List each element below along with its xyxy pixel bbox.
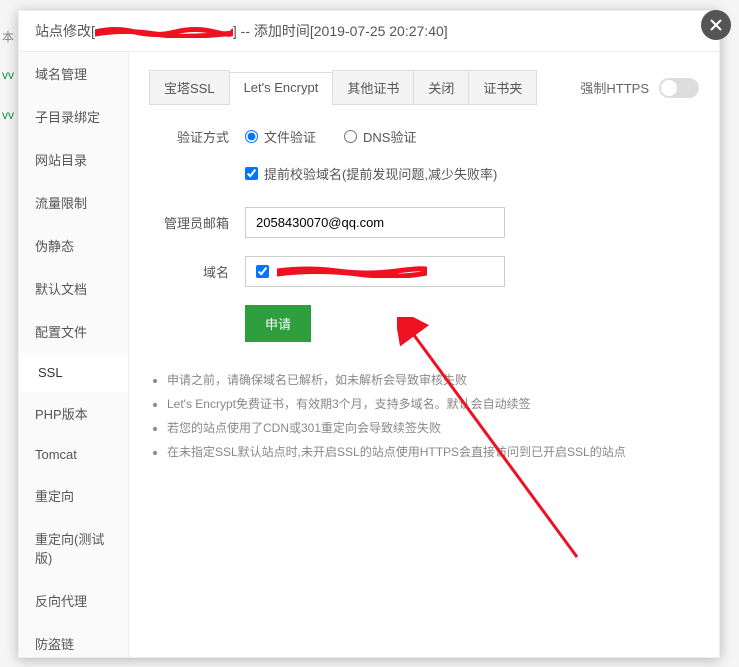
title-prefix: 站点修改[ [35, 23, 95, 39]
backdrop-text: vv [2, 68, 14, 82]
ssl-tabs: 宝塔SSL Let's Encrypt 其他证书 关闭 证书夹 强制HTTPS [149, 70, 699, 105]
admin-email-label: 管理员邮箱 [149, 213, 229, 232]
backdrop-text: vv [2, 108, 14, 122]
domain-list-box[interactable] [245, 256, 505, 287]
force-https-group: 强制HTTPS [580, 78, 699, 98]
sidebar-item-config-file[interactable]: 配置文件 [19, 310, 128, 353]
radio-file-verify-input[interactable] [245, 130, 258, 143]
redacted-domain-value [277, 266, 427, 278]
tab-bt-ssl[interactable]: 宝塔SSL [149, 70, 230, 105]
force-https-toggle[interactable] [659, 78, 699, 98]
sidebar-item-site-dir[interactable]: 网站目录 [19, 138, 128, 181]
note-item: 申请之前，请确保域名已解析，如未解析会导致审核失败 [167, 368, 699, 392]
sidebar-item-reverse-proxy[interactable]: 反向代理 [19, 579, 128, 622]
content-pane: 宝塔SSL Let's Encrypt 其他证书 关闭 证书夹 强制HTTPS … [129, 52, 719, 657]
sidebar-item-hotlink[interactable]: 防盗链 [19, 622, 128, 657]
sidebar-item-tomcat[interactable]: Tomcat [19, 435, 128, 474]
note-item: Let's Encrypt免费证书，有效期3个月，支持多域名。默认会自动续签 [167, 392, 699, 416]
tab-other-cert[interactable]: 其他证书 [332, 70, 414, 105]
domain-label: 域名 [149, 262, 229, 281]
sidebar-item-redirect-beta[interactable]: 重定向(测试版) [19, 517, 128, 579]
sidebar-item-default-doc[interactable]: 默认文档 [19, 267, 128, 310]
sidebar: 域名管理 子目录绑定 网站目录 流量限制 伪静态 默认文档 配置文件 SSL P… [19, 52, 129, 657]
site-edit-modal: 站点修改[] -- 添加时间[2019-07-25 20:27:40] 域名管理… [18, 10, 720, 658]
radio-file-verify-label: 文件验证 [264, 127, 316, 146]
tab-close[interactable]: 关闭 [413, 70, 469, 105]
note-item: 在未指定SSL默认站点时,未开启SSL的站点使用HTTPS会直接访问到已开启SS… [167, 440, 699, 464]
sidebar-item-ssl[interactable]: SSL [19, 353, 128, 392]
radio-dns-verify-label: DNS验证 [363, 127, 416, 146]
radio-dns-verify-input[interactable] [344, 130, 357, 143]
backdrop-text: 本 [2, 28, 14, 45]
domain-checkbox[interactable] [256, 265, 269, 278]
modal-title: 站点修改[ ] -- 添加时间[2019-07-25 20:27:40] [19, 11, 719, 52]
radio-dns-verify[interactable]: DNS验证 [344, 127, 416, 146]
verify-method-label: 验证方式 [149, 127, 229, 146]
sidebar-item-domain-mgmt[interactable]: 域名管理 [19, 52, 128, 95]
close-icon[interactable] [701, 10, 731, 40]
tab-lets-encrypt[interactable]: Let's Encrypt [229, 72, 334, 103]
admin-email-input[interactable] [245, 207, 505, 238]
force-https-label: 强制HTTPS [580, 78, 649, 97]
sidebar-item-subdir-bind[interactable]: 子目录绑定 [19, 95, 128, 138]
verify-method-group: 文件验证 DNS验证 [245, 127, 416, 146]
tab-cert-folder[interactable]: 证书夹 [468, 70, 537, 105]
apply-button[interactable]: 申请 [245, 305, 311, 342]
precheck-checkbox[interactable] [245, 167, 258, 180]
radio-file-verify[interactable]: 文件验证 [245, 127, 316, 146]
sidebar-item-rewrite[interactable]: 伪静态 [19, 224, 128, 267]
title-suffix: ] -- 添加时间[2019-07-25 20:27:40] [233, 23, 448, 39]
note-item: 若您的站点使用了CDN或301重定向会导致续签失败 [167, 416, 699, 440]
redacted-domain [95, 26, 233, 38]
sidebar-item-redirect[interactable]: 重定向 [19, 474, 128, 517]
sidebar-item-traffic-limit[interactable]: 流量限制 [19, 181, 128, 224]
notes-list: 申请之前，请确保域名已解析，如未解析会导致审核失败 Let's Encrypt免… [149, 368, 699, 464]
sidebar-item-php-version[interactable]: PHP版本 [19, 392, 128, 435]
precheck-label: 提前校验域名(提前发现问题,减少失败率) [264, 164, 497, 183]
